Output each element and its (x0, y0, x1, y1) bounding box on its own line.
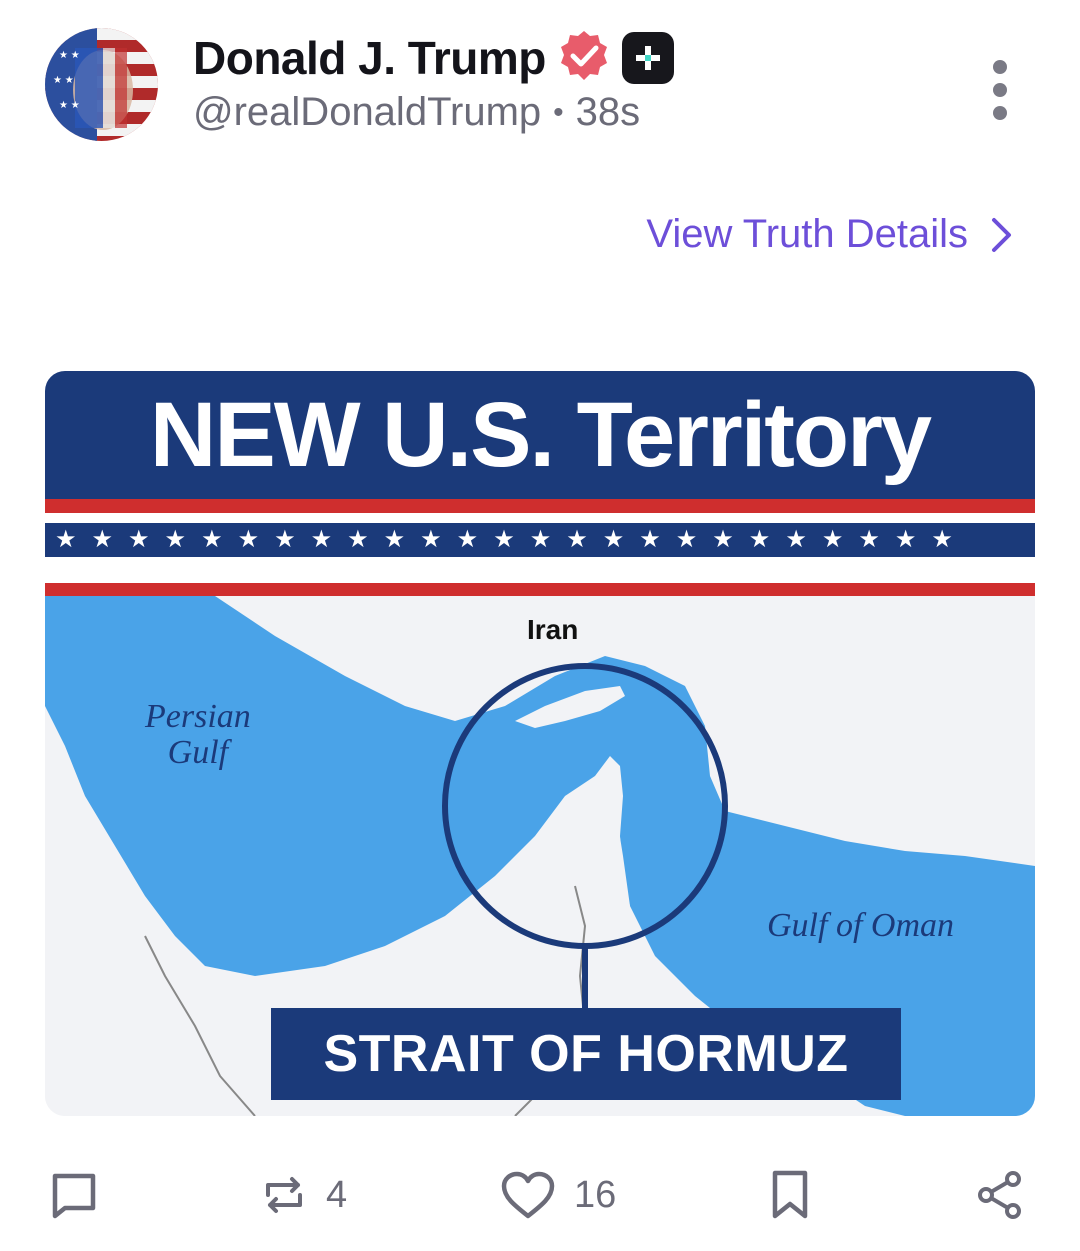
svg-text:★ ★: ★ ★ (59, 50, 80, 61)
strait-label-box: STRAIT OF HORMUZ (271, 1008, 901, 1100)
image-banner: NEW U.S. Territory (45, 371, 1035, 499)
retruth-count: 4 (326, 1173, 348, 1216)
author-handle[interactable]: @realDonaldTrump (193, 90, 541, 135)
verified-badge-icon (556, 28, 612, 89)
post-image[interactable]: NEW U.S. Territory ★★★★★★★★★★★★★★★★★★★★★… (45, 371, 1035, 1116)
white-stripe (45, 557, 1035, 583)
post-header: ★ ★ ★ ★ ★ ★ Donald J. Trump @realDonaldT… (45, 28, 1035, 148)
retruth-icon (266, 1177, 302, 1213)
author-row: Donald J. Trump (193, 28, 674, 88)
white-stripe (45, 513, 1035, 523)
svg-text:★ ★: ★ ★ (53, 75, 74, 86)
heart-icon (501, 1171, 555, 1219)
author-name[interactable]: Donald J. Trump (193, 31, 546, 85)
persian-gulf-line2: Gulf (167, 733, 229, 771)
handle-line: @realDonaldTrump • 38s (193, 90, 640, 135)
plus-badge-icon (621, 32, 674, 84)
details-link-label: View Truth Details (646, 212, 968, 256)
image-title: NEW U.S. Territory (149, 383, 932, 486)
stars-band: ★★★★★★★★★★★★★★★★★★★★★★★★★ (45, 523, 1035, 557)
map: Iran Persian Gulf Gulf of Oman STRAIT OF… (45, 596, 1035, 1116)
map-label-gulf-of-oman: Gulf of Oman (767, 907, 954, 944)
like-button[interactable]: 16 (500, 1160, 616, 1230)
chevron-right-icon (992, 217, 1011, 252)
timestamp[interactable]: 38s (576, 90, 641, 135)
reply-button[interactable] (50, 1160, 116, 1230)
share-button[interactable] (975, 1160, 1025, 1230)
avatar[interactable]: ★ ★ ★ ★ ★ ★ (45, 28, 158, 141)
share-icon (978, 1171, 1021, 1219)
view-truth-details-link[interactable]: View Truth Details (646, 212, 1014, 257)
separator: • (553, 95, 564, 129)
red-stripe (45, 499, 1035, 513)
action-bar: 4 16 (45, 1160, 1035, 1230)
map-label-iran: Iran (527, 614, 579, 645)
persian-gulf-line1: Persian (145, 698, 251, 735)
svg-text:★ ★: ★ ★ (59, 100, 80, 111)
like-count: 16 (574, 1173, 617, 1216)
bookmark-button[interactable] (770, 1160, 810, 1230)
red-stripe (45, 583, 1035, 596)
map-label-persian-gulf: Persian Gulf (145, 699, 251, 770)
more-vertical-icon[interactable] (985, 60, 1015, 120)
reply-icon (52, 1173, 96, 1219)
bookmark-icon (772, 1170, 808, 1219)
retruth-button[interactable]: 4 (260, 1160, 347, 1230)
